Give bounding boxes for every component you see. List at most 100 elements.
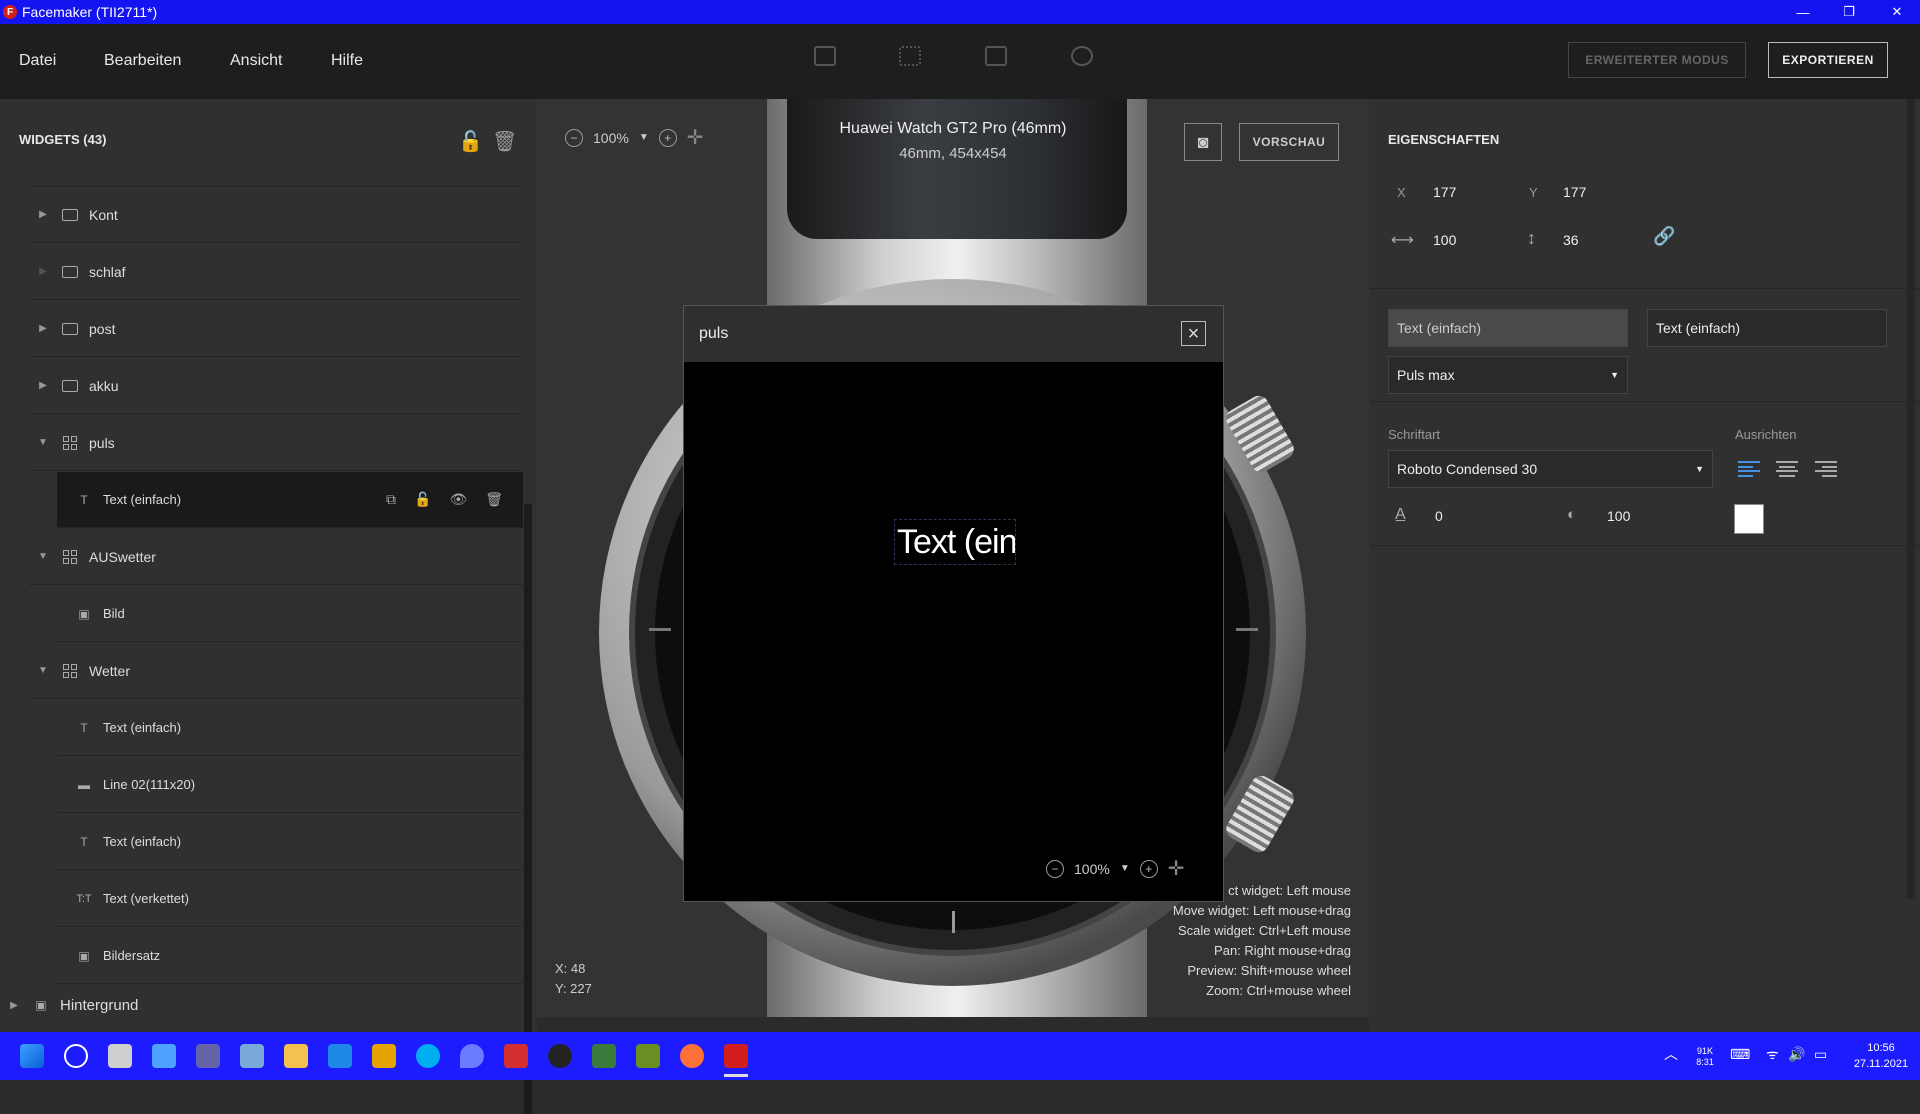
letter-spacing-field[interactable]: 0 xyxy=(1435,508,1443,524)
pdf-reader-icon[interactable] xyxy=(504,1044,528,1068)
tree-item-bildersatz[interactable]: ▣ Bildersatz xyxy=(57,928,523,984)
calendar-icon[interactable] xyxy=(985,46,1007,66)
expand-arrow-icon[interactable]: ▶ xyxy=(29,323,57,334)
search-icon[interactable] xyxy=(64,1044,88,1068)
tree-item-schlaf[interactable]: ▶ schlaf xyxy=(29,244,523,300)
tree-item-wetter[interactable]: ▼ Wetter xyxy=(29,643,523,699)
eye-icon[interactable]: 👁 xyxy=(449,491,467,508)
delete-icon[interactable]: 🗑 xyxy=(485,491,503,508)
spreadsheet-app-icon[interactable] xyxy=(592,1044,616,1068)
grid-icon[interactable] xyxy=(899,46,921,66)
tree-item-kont[interactable]: ▶ Kont xyxy=(29,187,523,243)
y-field[interactable]: 177 xyxy=(1563,184,1586,200)
tree-item-auswetter[interactable]: ▼ AUSwetter xyxy=(29,529,523,585)
align-left-icon[interactable] xyxy=(1738,461,1760,477)
tree-item-line[interactable]: ▬ Line 02(111x20) xyxy=(57,757,523,813)
pan-icon[interactable]: ✛ xyxy=(1168,856,1185,881)
image-icon[interactable] xyxy=(814,46,836,66)
menu-bearbeiten[interactable]: Bearbeiten xyxy=(104,52,181,70)
drop-app-icon[interactable] xyxy=(460,1044,484,1068)
advanced-mode-button[interactable]: ERWEITERTER MODUS xyxy=(1568,42,1746,78)
facemaker-taskbar-icon[interactable] xyxy=(724,1044,748,1068)
battery-icon[interactable]: ▭ xyxy=(1814,1046,1827,1062)
export-button[interactable]: EXPORTIEREN xyxy=(1768,42,1888,78)
opacity-field[interactable]: 100 xyxy=(1607,508,1630,524)
clock-icon[interactable] xyxy=(1071,46,1093,66)
align-right-icon[interactable] xyxy=(1815,461,1837,477)
clock[interactable]: 10:56 27.11.2021 xyxy=(1848,1040,1914,1072)
letter-spacing-icon: A̲ xyxy=(1395,506,1406,523)
volume-icon[interactable]: 🔊 xyxy=(1788,1046,1805,1062)
x-field[interactable]: 177 xyxy=(1433,184,1456,200)
tree-item-text-einfach[interactable]: T Text (einfach) xyxy=(57,700,523,756)
title-bar: F Facemaker (TII2711*) — ❐ ✕ xyxy=(0,0,1920,24)
unlock-icon[interactable]: 🔓 xyxy=(458,129,483,154)
close-icon[interactable]: × xyxy=(1181,321,1206,346)
menu-bar: Datei Bearbeiten Ansicht Hilfe ERWEITERT… xyxy=(0,24,1920,99)
zoom-in-icon[interactable]: + xyxy=(1139,859,1158,878)
dial-marker-right xyxy=(1236,628,1258,631)
control-panel-icon[interactable] xyxy=(240,1044,264,1068)
network-speed-label: 91K 8:31 xyxy=(1696,1046,1714,1067)
tree-item-puls[interactable]: ▼ puls xyxy=(29,415,523,471)
widgets-scrollbar[interactable] xyxy=(524,504,532,1114)
zoom-out-icon[interactable]: − xyxy=(1046,859,1064,878)
dialog-header: puls × xyxy=(684,306,1223,362)
dialog-preview-text[interactable]: Text (ein xyxy=(894,519,1016,565)
windows-start-icon[interactable] xyxy=(20,1044,44,1068)
tree-item-text-einfach-2[interactable]: T Text (einfach) xyxy=(57,814,523,870)
restore-button[interactable]: ❐ xyxy=(1826,0,1872,24)
tree-item-text-verkettet[interactable]: T:T Text (verkettet) xyxy=(57,871,523,927)
wifi-icon[interactable]: ᯤ xyxy=(1766,1046,1779,1062)
align-label: Ausrichten xyxy=(1735,427,1797,442)
line-icon: ▬ xyxy=(78,777,90,792)
file-explorer-icon[interactable] xyxy=(284,1044,308,1068)
minimize-button[interactable]: — xyxy=(1780,0,1826,24)
tree-item-akku[interactable]: ▶ akku xyxy=(29,358,523,414)
dialog-zoom-value[interactable]: 100% xyxy=(1074,861,1110,877)
camera-icon[interactable]: ◙ xyxy=(1184,123,1222,161)
collapse-arrow-icon[interactable]: ▼ xyxy=(29,437,57,448)
tree-item-post[interactable]: ▶ post xyxy=(29,301,523,357)
align-center-icon[interactable] xyxy=(1776,461,1798,477)
dropdown-arrow-icon: ▼ xyxy=(1695,464,1704,474)
keyboard-icon[interactable]: ⌨ xyxy=(1730,1046,1750,1062)
close-window-button[interactable]: ✕ xyxy=(1874,0,1920,24)
skype-icon[interactable] xyxy=(416,1044,440,1068)
color-swatch[interactable] xyxy=(1734,504,1764,534)
zoom-dropdown-icon[interactable]: ▼ xyxy=(1120,863,1130,874)
font-select[interactable]: Roboto Condensed 30 ▼ xyxy=(1388,450,1713,488)
expand-arrow-icon[interactable]: ▶ xyxy=(29,209,57,220)
width-field[interactable]: 100 xyxy=(1433,232,1456,248)
task-view-icon[interactable] xyxy=(108,1044,132,1068)
menu-ansicht[interactable]: Ansicht xyxy=(230,52,282,70)
properties-scrollbar[interactable] xyxy=(1907,99,1915,899)
widget-name-field[interactable]: Text (einfach) xyxy=(1647,309,1887,347)
preview-button[interactable]: VORSCHAU xyxy=(1239,123,1339,161)
menu-hilfe[interactable]: Hilfe xyxy=(331,52,363,70)
collapse-arrow-icon[interactable]: ▼ xyxy=(29,665,57,676)
height-field[interactable]: 36 xyxy=(1563,232,1579,248)
lock-icon[interactable]: 🔓 xyxy=(414,491,431,508)
trash-icon[interactable]: 🗑 xyxy=(492,129,517,154)
expand-arrow-icon[interactable]: ▶ xyxy=(29,266,57,277)
tray-chevron-icon[interactable]: ︿ xyxy=(1664,1046,1678,1062)
teams-icon[interactable] xyxy=(196,1044,220,1068)
link-icon[interactable]: 🔗 xyxy=(1653,226,1675,247)
tree-item-hintergrund[interactable]: ▶ ▣ Hintergrund xyxy=(0,985,523,1025)
expand-arrow-icon[interactable]: ▶ xyxy=(29,380,57,391)
collapse-arrow-icon[interactable]: ▼ xyxy=(29,551,57,562)
paint-app-icon[interactable] xyxy=(372,1044,396,1068)
lock-app-icon[interactable] xyxy=(548,1044,572,1068)
tree-item-text-einfach-selected[interactable]: T Text (einfach) ⧉ 🔓 👁 🗑 xyxy=(57,472,523,528)
widgets-icon[interactable] xyxy=(152,1044,176,1068)
firefox-icon[interactable] xyxy=(680,1044,704,1068)
data-source-select[interactable]: Puls max ▼ xyxy=(1388,356,1628,394)
l-app-icon[interactable] xyxy=(328,1044,352,1068)
expand-arrow-icon[interactable]: ▶ xyxy=(0,1000,28,1011)
duplicate-icon[interactable]: ⧉ xyxy=(386,491,396,508)
menu-datei[interactable]: Datei xyxy=(19,52,56,70)
folder-icon xyxy=(61,265,79,279)
archive-app-icon[interactable] xyxy=(636,1044,660,1068)
tree-item-bild[interactable]: ▣ Bild xyxy=(57,586,523,642)
